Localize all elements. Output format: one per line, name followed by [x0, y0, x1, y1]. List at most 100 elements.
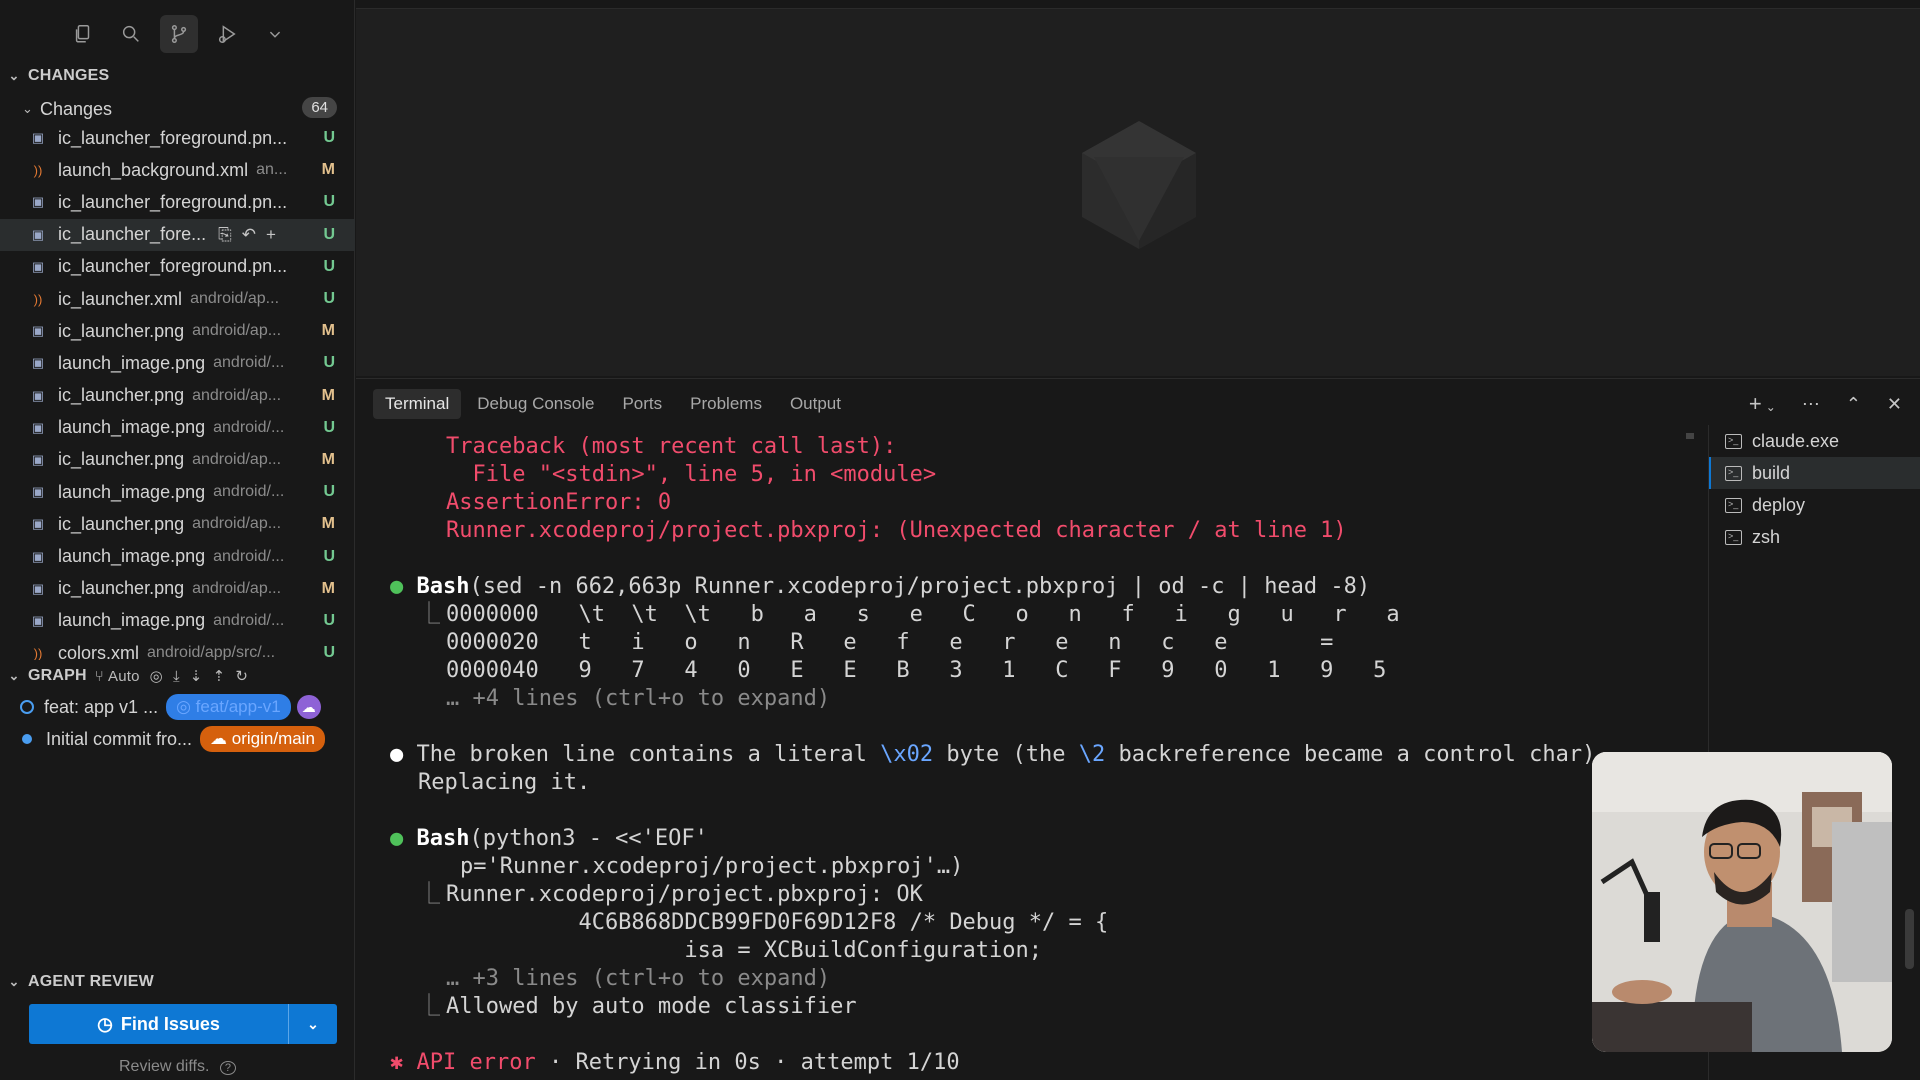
changed-file-row[interactable]: ▣ ic_launcher.png android/ap... M	[0, 380, 355, 412]
file-status-badge: U	[323, 193, 335, 211]
source-control-icon[interactable]	[160, 15, 198, 53]
api-retry-text: · Retrying in 0s · attempt 1/10	[535, 1050, 960, 1075]
changed-file-row[interactable]: ▣ ic_launcher.png android/ap... M	[0, 315, 355, 347]
file-name: ic_launcher.png	[58, 513, 185, 534]
help-icon[interactable]: ?	[219, 1061, 236, 1075]
commit-dot-icon	[22, 734, 32, 744]
file-status-badge: U	[323, 257, 335, 275]
rss-file-icon: ))	[33, 291, 43, 307]
changed-file-row[interactable]: ▣ ic_launcher_foreground.pn... U	[0, 122, 355, 154]
changed-file-row[interactable]: )) ic_launcher.xml android/ap... U	[0, 283, 355, 315]
file-status-badge: U	[323, 129, 335, 147]
more-actions-icon[interactable]: ⋯	[1802, 394, 1820, 415]
file-status-badge: M	[321, 322, 335, 340]
python-output-line: 4C6B868DDCB99FD0F69D12F8 /* Debug */ = {	[446, 910, 1109, 935]
file-name: ic_launcher.png	[58, 449, 185, 470]
message-text: backreference became a control char).	[1105, 742, 1609, 767]
message-dot-icon: ●	[390, 742, 404, 767]
expand-hint[interactable]: … +4 lines (ctrl+o to expand)	[446, 685, 830, 713]
changed-file-row[interactable]: ▣ ic_launcher.png android/ap... M	[0, 444, 355, 476]
file-dir: android/app/src/...	[147, 644, 276, 660]
expand-hint[interactable]: … +3 lines (ctrl+o to expand)	[446, 965, 830, 993]
find-issues-button[interactable]: ◷ Find Issues	[29, 1004, 289, 1044]
run-debug-icon[interactable]	[208, 15, 246, 53]
file-dir: android/ap...	[192, 579, 282, 597]
message-text: byte (the	[933, 742, 1079, 767]
file-dir: android/ap...	[192, 322, 282, 340]
terminal-scrollbar[interactable]	[1686, 433, 1694, 439]
changes-group-label: Changes	[40, 98, 113, 119]
python-output-line: isa = XCBuildConfiguration;	[446, 938, 1043, 963]
target-icon[interactable]: ◎	[150, 667, 163, 685]
terminal-item-claude[interactable]: >_ claude.exe	[1709, 425, 1920, 457]
chevron-down-icon: ⌄	[8, 68, 20, 83]
changed-file-row[interactable]: ▣ launch_image.png android/... U	[0, 605, 355, 637]
discard-changes-icon[interactable]: ↶	[242, 225, 256, 245]
tab-output[interactable]: Output	[778, 389, 853, 419]
file-name: launch_image.png	[58, 417, 206, 438]
changes-section-header[interactable]: ⌄ CHANGES	[0, 62, 355, 90]
changed-file-row[interactable]: )) launch_background.xml an... M	[0, 154, 355, 186]
graph-mode[interactable]: Auto	[108, 668, 140, 685]
tab-debug-console[interactable]: Debug Console	[465, 389, 606, 419]
changed-file-row[interactable]: ▣ ic_launcher_fore... ⎘ ↶ + U	[0, 218, 355, 251]
changed-files-list: ▣ ic_launcher_foreground.pn... U)) launch_b…	[0, 122, 355, 660]
fetch-icon[interactable]: ⤓	[173, 668, 180, 685]
pull-icon[interactable]: ⇣	[190, 667, 203, 685]
terminal-item-zsh[interactable]: >_ zsh	[1709, 521, 1920, 553]
new-terminal-icon[interactable]: + ⌄	[1749, 391, 1776, 417]
file-status-badge: U	[323, 290, 335, 308]
terminal-output[interactable]: Traceback (most recent call last): File …	[380, 433, 1702, 1079]
tool-name: Bash	[416, 826, 470, 851]
changed-file-row[interactable]: ▣ launch_image.png android/... U	[0, 412, 355, 444]
refresh-icon[interactable]: ↻	[235, 667, 248, 685]
review-diffs-text: Review diffs.	[119, 1058, 210, 1075]
traceback-line: AssertionError: 0	[446, 490, 672, 515]
terminal-list-scrollbar[interactable]	[1905, 909, 1914, 969]
changes-section-title: CHANGES	[28, 67, 110, 84]
terminal-item-deploy[interactable]: >_ deploy	[1709, 489, 1920, 521]
tab-ports[interactable]: Ports	[610, 389, 674, 419]
terminal-name: deploy	[1752, 494, 1806, 515]
changed-file-row[interactable]: ▣ launch_image.png android/... U	[0, 540, 355, 572]
api-error-label: API error	[416, 1050, 536, 1075]
panel-tabs: Terminal Debug Console Ports Problems Ou…	[373, 389, 853, 419]
changed-file-row[interactable]: ▣ launch_image.png android/... U	[0, 347, 355, 379]
tool-command: (sed -n 662,663p Runner.xcodeproj/projec…	[469, 574, 1371, 599]
agent-review-header[interactable]: ⌄ AGENT REVIEW	[0, 968, 355, 996]
search-icon[interactable]	[112, 15, 150, 53]
editor-area	[356, 8, 1920, 376]
tab-terminal[interactable]: Terminal	[373, 389, 462, 419]
changed-file-row[interactable]: ▣ ic_launcher.png android/ap... M	[0, 573, 355, 605]
graph-commit-row[interactable]: Initial commit fro... ☁ origin/main	[0, 724, 355, 754]
message-code: \x02	[880, 742, 934, 767]
close-panel-icon[interactable]: ✕	[1887, 394, 1902, 415]
commit-dot-icon	[20, 700, 34, 714]
maximize-panel-icon[interactable]: ⌃	[1846, 394, 1861, 415]
find-issues-dropdown[interactable]: ⌄	[289, 1016, 337, 1033]
changed-file-row[interactable]: ▣ ic_launcher_foreground.pn... U	[0, 186, 355, 218]
push-icon[interactable]: ⇡	[213, 667, 226, 685]
chevron-down-icon[interactable]	[256, 15, 294, 53]
changed-file-row[interactable]: ▣ ic_launcher.png android/ap... M	[0, 508, 355, 540]
tab-problems[interactable]: Problems	[678, 389, 774, 419]
spinner-icon: ✱	[390, 1050, 404, 1075]
open-file-icon[interactable]: ⎘	[218, 225, 232, 245]
explorer-icon[interactable]	[64, 15, 102, 53]
file-dir: android/ap...	[190, 290, 280, 308]
changed-file-row[interactable]: )) colors.xml android/app/src/... U	[0, 637, 355, 660]
terminal-name: zsh	[1752, 526, 1781, 547]
file-name: ic_launcher.png	[58, 578, 185, 599]
bash-call-line: ● Bash(sed -n 662,663p Runner.xcodeproj/…	[390, 573, 1370, 601]
file-name: launch_image.png	[58, 546, 206, 567]
traceback-line: Traceback (most recent call last):	[446, 434, 897, 459]
graph-section-header[interactable]: ⌄ GRAPH ⑂ Auto ◎ ⤓ ⇣ ⇡ ↻	[0, 662, 355, 690]
changes-group-header[interactable]: ⌄ Changes 64	[0, 95, 355, 123]
changed-file-row[interactable]: ▣ ic_launcher_foreground.pn... U	[0, 251, 355, 283]
graph-commit-row[interactable]: feat: app v1 ... ◎ feat/app-v1 ☁	[0, 692, 355, 722]
changed-file-row[interactable]: ▣ launch_image.png android/... U	[0, 476, 355, 508]
agent-review-title: AGENT REVIEW	[28, 973, 154, 990]
file-status-badge: U	[323, 225, 335, 243]
terminal-item-build[interactable]: >_ build	[1709, 457, 1920, 489]
stage-changes-icon[interactable]: +	[266, 225, 276, 245]
